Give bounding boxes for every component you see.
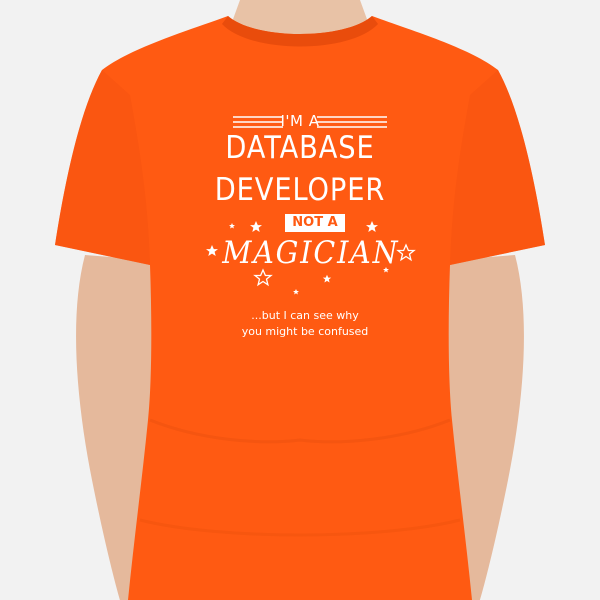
intro-text: I'M A [280, 112, 320, 130]
tagline-line-2: you might be confused [241, 325, 369, 338]
product-photo: I'M A DATABASE DEVELOPER NOT A MAGICIAN … [0, 0, 600, 600]
role-line-2: DEVELOPER [214, 172, 386, 208]
model-wearing-tshirt [0, 0, 600, 600]
not-a-badge: NOT A [285, 214, 345, 232]
magician-text: MAGICIAN [222, 235, 400, 271]
role-line-1: DATABASE [225, 130, 375, 166]
tagline-line-1: ...but I can see why [251, 309, 359, 322]
